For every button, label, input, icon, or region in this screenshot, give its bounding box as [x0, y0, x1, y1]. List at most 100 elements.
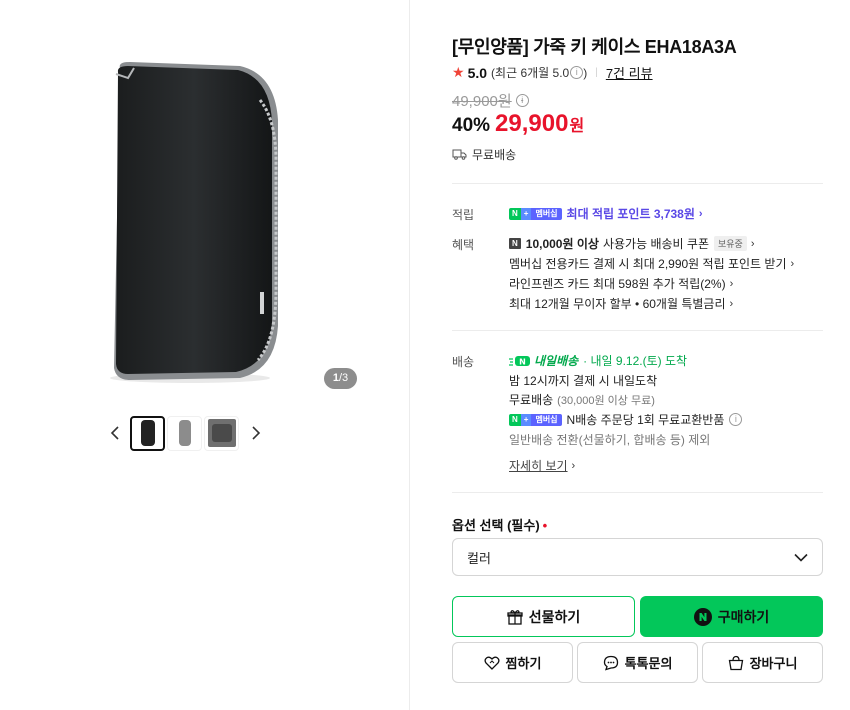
wish-button-label: 찜하기 — [505, 656, 542, 671]
gift-button-label: 선물하기 — [528, 608, 581, 625]
shipping-note: 무료배송 — [472, 148, 517, 162]
chevron-right-icon: › — [750, 237, 755, 250]
badge-member: 멤버십 — [531, 207, 562, 220]
thumbnail-2[interactable] — [167, 415, 202, 451]
page-total: 3 — [342, 372, 349, 384]
linefriends-text: 라인프렌즈 카드 최대 598원 추가 적립(2%) — [509, 277, 726, 291]
npay-membership-badge: N + 멤버십 — [509, 207, 562, 220]
npay-membership-badge: N + 멤버십 — [509, 413, 562, 426]
cutoff-row: 밤 12시까지 결제 시 내일도착 — [509, 372, 657, 389]
talk-button[interactable]: 톡톡문의 — [577, 642, 698, 683]
product-gallery: 1/3 — [0, 0, 410, 710]
badge-plus: + — [520, 207, 532, 220]
chevron-down-icon — [794, 553, 808, 562]
gift-button[interactable]: 선물하기 — [452, 596, 635, 637]
chat-icon — [603, 655, 618, 670]
badge-n: N — [509, 413, 521, 426]
buy-button-label: 구매하기 — [717, 608, 770, 625]
chevron-right-icon: › — [698, 207, 703, 220]
card-benefit-text: 멤버십 전용카드 결제 시 최대 2,990원 적립 포인트 받기 — [509, 257, 787, 271]
color-select-value: 컬러 — [467, 550, 491, 566]
heart-icon — [484, 656, 500, 670]
thumbnail-1[interactable] — [130, 415, 165, 451]
shipping-summary: 무료배송 — [452, 146, 516, 163]
rating-row: ★ 5.0 (최근 6개월 5.0 i ) | 7건 리뷰 — [452, 63, 653, 82]
delivery-eta-row: N 내일배송 · 내일 9.12.(토) 도착 — [509, 352, 687, 369]
discount-rate: 40% — [452, 115, 491, 136]
buy-button[interactable]: 구매하기 — [640, 596, 823, 637]
original-price-row: 49,900원 i — [452, 90, 529, 111]
exchange-row: N + 멤버십 N배송 주문당 1회 무료교환반품 i — [509, 411, 743, 428]
rating-recent: (최근 6개월 5.0 — [491, 66, 570, 80]
image-page-indicator: 1/3 — [324, 368, 357, 389]
switch-row: 일반배송 전환(선물하기, 합배송 등) 제외 — [509, 431, 710, 448]
sale-price-unit: 원 — [569, 118, 585, 135]
arrival-date: · 내일 9.12.(토) 도착 — [583, 354, 688, 368]
thumb-next-button[interactable] — [245, 415, 267, 451]
point-row[interactable]: N + 멤버십 최대 적립 포인트 3,738원 › — [509, 205, 703, 222]
price-info-icon[interactable]: i — [515, 94, 529, 107]
color-select[interactable]: 컬러 — [452, 538, 823, 576]
naver-pay-icon — [693, 607, 712, 626]
free-shipping-row: 무료배송 (30,000원 이상 무료) — [509, 391, 655, 408]
delivery-label: 배송 — [452, 355, 475, 369]
star-icon: ★ — [452, 64, 465, 80]
shopping-bag-icon — [728, 655, 743, 670]
card-benefit-row[interactable]: 멤버십 전용카드 결제 시 최대 2,990원 적립 포인트 받기 › — [509, 255, 794, 272]
badge-n: N — [509, 207, 521, 220]
switch-text: 일반배송 전환(선물하기, 합배송 등) 제외 — [509, 433, 711, 447]
cart-button[interactable]: 장바구니 — [702, 642, 823, 683]
original-price: 49,900원 — [452, 93, 512, 110]
detail-row[interactable]: 자세히 보기 › — [509, 457, 575, 474]
fast-delivery-icon: N — [509, 355, 530, 366]
product-main-image[interactable] — [90, 60, 290, 385]
max-point-text: 최대 적립 포인트 3,738원 — [566, 207, 695, 221]
info-icon[interactable]: i — [729, 413, 743, 426]
coupon-text: 사용가능 배송비 쿠폰 — [602, 237, 709, 251]
product-title: [무인양품] 가죽 키 케이스 EHA18A3A — [452, 37, 737, 57]
coupon-row[interactable]: N 10,000원 이상 사용가능 배송비 쿠폰 보유중 › — [509, 235, 755, 252]
linefriends-row[interactable]: 라인프렌즈 카드 최대 598원 추가 적립(2%) › — [509, 275, 733, 292]
gift-icon — [507, 609, 523, 625]
chevron-left-icon — [110, 426, 119, 440]
exchange-text: N배송 주문당 1회 무료교환반품 — [566, 413, 725, 427]
wish-button[interactable]: 찜하기 — [452, 642, 573, 683]
divider — [452, 183, 823, 184]
info-icon[interactable]: i — [570, 66, 584, 79]
option-label: 옵션 선택 (필수) • — [452, 515, 547, 534]
chevron-right-icon: › — [571, 459, 576, 472]
chevron-right-icon — [252, 426, 261, 440]
option-label-text: 옵션 선택 (필수) — [452, 518, 540, 533]
thumbnail-image-2 — [178, 420, 191, 446]
detail-link[interactable]: 자세히 보기 — [509, 457, 568, 474]
sale-price: 29,900 — [495, 110, 569, 137]
tomorrow-delivery-badge: 내일배송 — [534, 354, 579, 368]
review-link[interactable]: 7건 리뷰 — [606, 63, 653, 82]
coupon-owned-tag: 보유중 — [713, 236, 747, 251]
benefit-label: 혜택 — [452, 238, 475, 252]
thumbnail-image-3 — [207, 419, 236, 447]
rating-divider: | — [595, 67, 598, 78]
thumbnail-3[interactable] — [204, 415, 239, 451]
thumbnail-strip — [104, 415, 267, 451]
thumb-prev-button[interactable] — [104, 415, 126, 451]
divider — [452, 492, 823, 493]
cart-button-label: 장바구니 — [749, 656, 798, 671]
badge-member: 멤버십 — [531, 413, 562, 426]
badge-plus: + — [520, 413, 532, 426]
svg-text:N: N — [519, 357, 526, 366]
point-label: 적립 — [452, 208, 475, 222]
thumbnail-image-1 — [140, 420, 155, 446]
installment-row[interactable]: 최대 12개월 무이자 할부 • 60개월 특별금리 › — [509, 295, 733, 312]
coupon-condition: 10,000원 이상 — [525, 237, 599, 251]
chevron-right-icon: › — [729, 277, 734, 290]
required-mark: • — [542, 518, 548, 533]
cutoff-text: 밤 12시까지 결제 시 내일도착 — [509, 374, 658, 388]
free-shipping-text: 무료배송 — [509, 393, 554, 407]
rating-score: 5.0 — [467, 64, 488, 81]
naver-n-badge: N — [509, 238, 521, 249]
free-shipping-condition: (30,000원 이상 무료) — [557, 394, 655, 407]
thumbnail-list — [130, 415, 241, 451]
chevron-right-icon: › — [790, 257, 795, 270]
rating-recent-close: ) — [583, 65, 588, 80]
